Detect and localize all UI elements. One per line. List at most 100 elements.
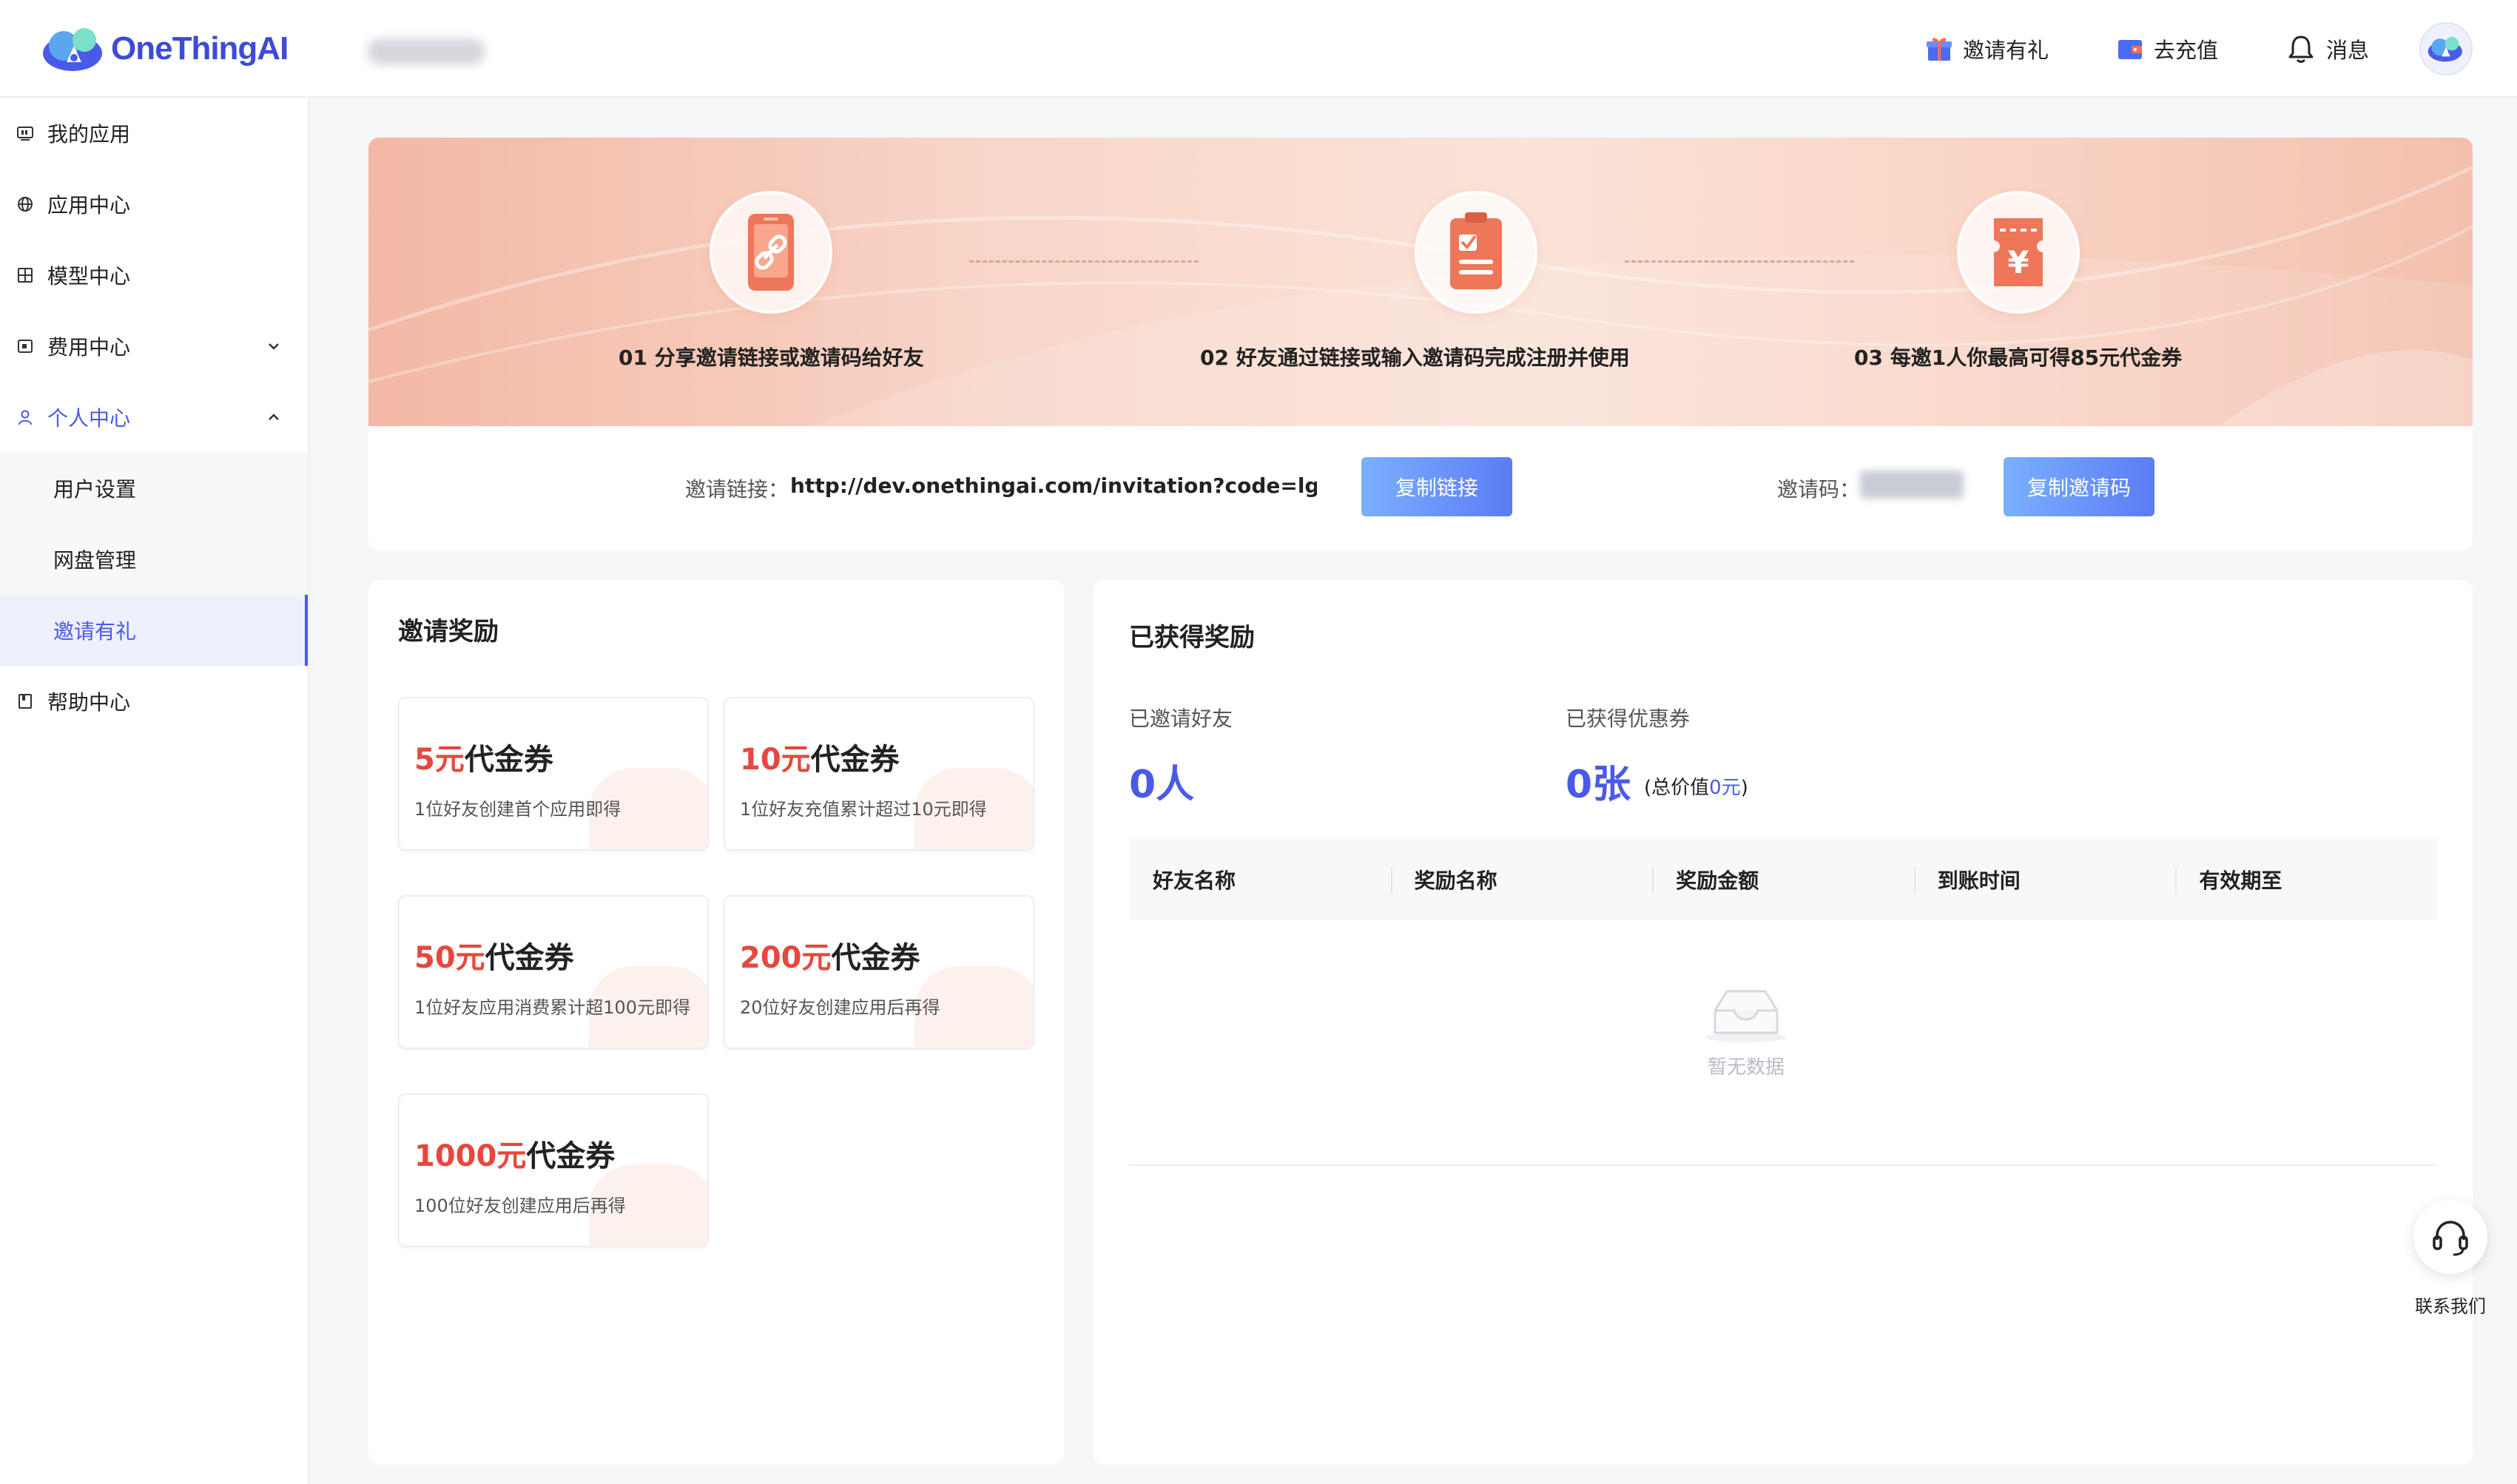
reward-desc: 1位好友创建首个应用即得 (414, 799, 621, 820)
step-connector-1 (969, 260, 1199, 263)
invite-link-strip: 邀请链接： http://dev.onethingai.com/invitati… (368, 426, 2473, 550)
reward-desc: 100位好友创建应用后再得 (414, 1195, 626, 1216)
step-3-badge: ¥ (1956, 191, 2080, 314)
brand-name: OneThingAI (111, 30, 289, 67)
sidebar-item-app-center[interactable]: 应用中心 (0, 169, 308, 240)
table-bottom-divider (1129, 1164, 2437, 1166)
redacted-breadcrumb (367, 38, 485, 65)
monitor-icon (16, 124, 34, 142)
invite-steps-banner: 01 分享邀请链接或邀请码给好友 02 好友通过链接或输入邀请码完成注册并使用 … (368, 138, 2473, 426)
contact-us[interactable]: 联系我们 (2413, 1200, 2487, 1318)
sidebar-item-label: 费用中心 (47, 335, 131, 360)
invite-code-label: 邀请码： (1777, 477, 1861, 502)
step-2-badge (1415, 191, 1538, 314)
invite-rewards-panel: 邀请奖励 5元代金券 1位好友创建首个应用即得 10元代金券 1位好友充值累计超… (368, 580, 1064, 1465)
headset-icon (2433, 1221, 2468, 1256)
step-2: 02 好友通过链接或输入邀请码完成注册并使用 (1200, 191, 1630, 371)
avatar-logo-icon (2427, 36, 2462, 62)
wallet-icon (2117, 40, 2142, 59)
recharge-label: 去充值 (2153, 38, 2218, 63)
sidebar-subitem-invite-gift[interactable]: 邀请有礼 (0, 595, 308, 666)
sidebar-item-my-apps[interactable]: 我的应用 (0, 98, 308, 169)
sidebar: 我的应用 应用中心 模型中心 费用中心 个人中心 用户设置 网盘管理 邀请有礼 (0, 98, 309, 1484)
column-header-expiry: 有效期至 (2175, 839, 2437, 920)
reward-suffix: 代金券 (485, 941, 574, 975)
clipboard-check-icon (1450, 212, 1503, 289)
reward-title: 50元代金券 (414, 934, 574, 977)
coupons-value: 0张 (1566, 763, 1631, 807)
coupons-total: (总价值0元) (1644, 772, 1748, 800)
recharge-button[interactable]: 去充值 (2115, 33, 2218, 64)
reward-amount: 1000元 (414, 1139, 527, 1173)
reward-amount: 200元 (740, 941, 832, 975)
invite-code-value-redacted (1860, 471, 1964, 499)
coupons-total-suffix: ) (1740, 777, 1748, 799)
reward-amount: 10元 (740, 743, 811, 777)
reward-suffix: 代金券 (464, 743, 553, 777)
reward-title: 10元代金券 (740, 735, 900, 778)
avatar[interactable] (2419, 22, 2473, 75)
reward-desc: 1位好友应用消费累计超100元即得 (414, 997, 691, 1018)
sidebar-item-model-center[interactable]: 模型中心 (0, 240, 308, 311)
reward-title: 200元代金券 (740, 934, 920, 977)
copy-link-button[interactable]: 复制链接 (1361, 457, 1512, 516)
logo-icon (41, 21, 107, 77)
reward-card: 5元代金券 1位好友创建首个应用即得 (398, 697, 709, 851)
contact-us-label: 联系我们 (2415, 1296, 2486, 1317)
column-header-friend-name: 好友名称 (1153, 869, 1236, 893)
sidebar-item-label: 应用中心 (47, 193, 131, 217)
earned-title: 已获得奖励 (1129, 623, 1255, 652)
sidebar-item-personal-center[interactable]: 个人中心 (0, 382, 308, 453)
sidebar-subitem-label: 用户设置 (53, 477, 137, 502)
book-icon (16, 692, 34, 710)
invited-friends-value: 0人 (1129, 763, 1195, 807)
invite-gift-button[interactable]: 邀请有礼 (1924, 33, 2049, 64)
sidebar-item-help-center[interactable]: 帮助中心 (0, 666, 308, 737)
reward-desc: 20位好友创建应用后再得 (740, 997, 940, 1018)
column-header-reward-amount: 奖励金额 (1652, 839, 1914, 920)
step-3-text: 03 每邀1人你最高可得85元代金券 (1854, 345, 2183, 370)
sidebar-subitem-user-settings[interactable]: 用户设置 (0, 453, 308, 524)
phone-link-icon (748, 214, 795, 291)
step-3: ¥ 03 每邀1人你最高可得85元代金券 (1854, 191, 2182, 371)
top-actions: 邀请有礼 去充值 消息 (1858, 0, 2473, 98)
reward-title: 1000元代金券 (414, 1132, 615, 1175)
reward-card: 1000元代金券 100位好友创建应用后再得 (398, 1093, 709, 1247)
logo[interactable]: OneThingAI (41, 21, 289, 77)
reward-suffix: 代金券 (810, 743, 900, 777)
coupons-label: 已获得优惠券 (1566, 706, 1691, 731)
empty-text: 暂无数据 (1707, 1056, 1785, 1079)
step-1: 01 分享邀请链接或邀请码给好友 (619, 191, 924, 371)
gift-icon (1926, 38, 1952, 61)
reward-amount: 50元 (414, 941, 485, 975)
sidebar-subitem-disk-management[interactable]: 网盘管理 (0, 524, 308, 595)
grid-icon (16, 266, 34, 284)
sidebar-item-billing[interactable]: 费用中心 (0, 311, 308, 382)
top-bar: OneThingAI 邀请有礼 去充值 消息 (0, 0, 2517, 98)
copy-code-button[interactable]: 复制邀请码 (2004, 457, 2154, 516)
sidebar-item-label: 我的应用 (47, 122, 131, 146)
step-2-text: 02 好友通过链接或输入邀请码完成注册并使用 (1200, 345, 1630, 370)
user-icon (16, 408, 34, 426)
coupons-total-value: 0元 (1709, 777, 1741, 799)
invite-link-label: 邀请链接： (685, 477, 789, 502)
yuan-voucher-icon: ¥ (1993, 218, 2043, 286)
step-connector-2 (1625, 260, 1854, 263)
reward-amount: 5元 (414, 743, 465, 777)
reward-desc: 1位好友充值累计超过10元即得 (740, 799, 987, 820)
sidebar-item-label: 个人中心 (47, 406, 131, 431)
reward-card: 200元代金券 20位好友创建应用后再得 (724, 895, 1034, 1049)
reward-title: 5元代金券 (414, 735, 553, 778)
bell-icon (2288, 36, 2314, 63)
column-header-reward-name: 奖励名称 (1390, 839, 1653, 920)
bill-icon (16, 337, 34, 355)
messages-button[interactable]: 消息 (2285, 33, 2369, 65)
globe-icon (16, 195, 34, 213)
invite-gift-label: 邀请有礼 (1962, 38, 2049, 63)
rewards-title: 邀请奖励 (398, 617, 499, 647)
table-empty-state: 暂无数据 (1702, 984, 1790, 1079)
contact-us-button[interactable] (2413, 1200, 2487, 1274)
messages-label: 消息 (2325, 38, 2369, 63)
rewards-table-header: 好友名称 奖励名称 奖励金额 到账时间 有效期至 (1129, 839, 2437, 920)
invite-link-value[interactable]: http://dev.onethingai.com/invitation?cod… (790, 473, 1317, 498)
